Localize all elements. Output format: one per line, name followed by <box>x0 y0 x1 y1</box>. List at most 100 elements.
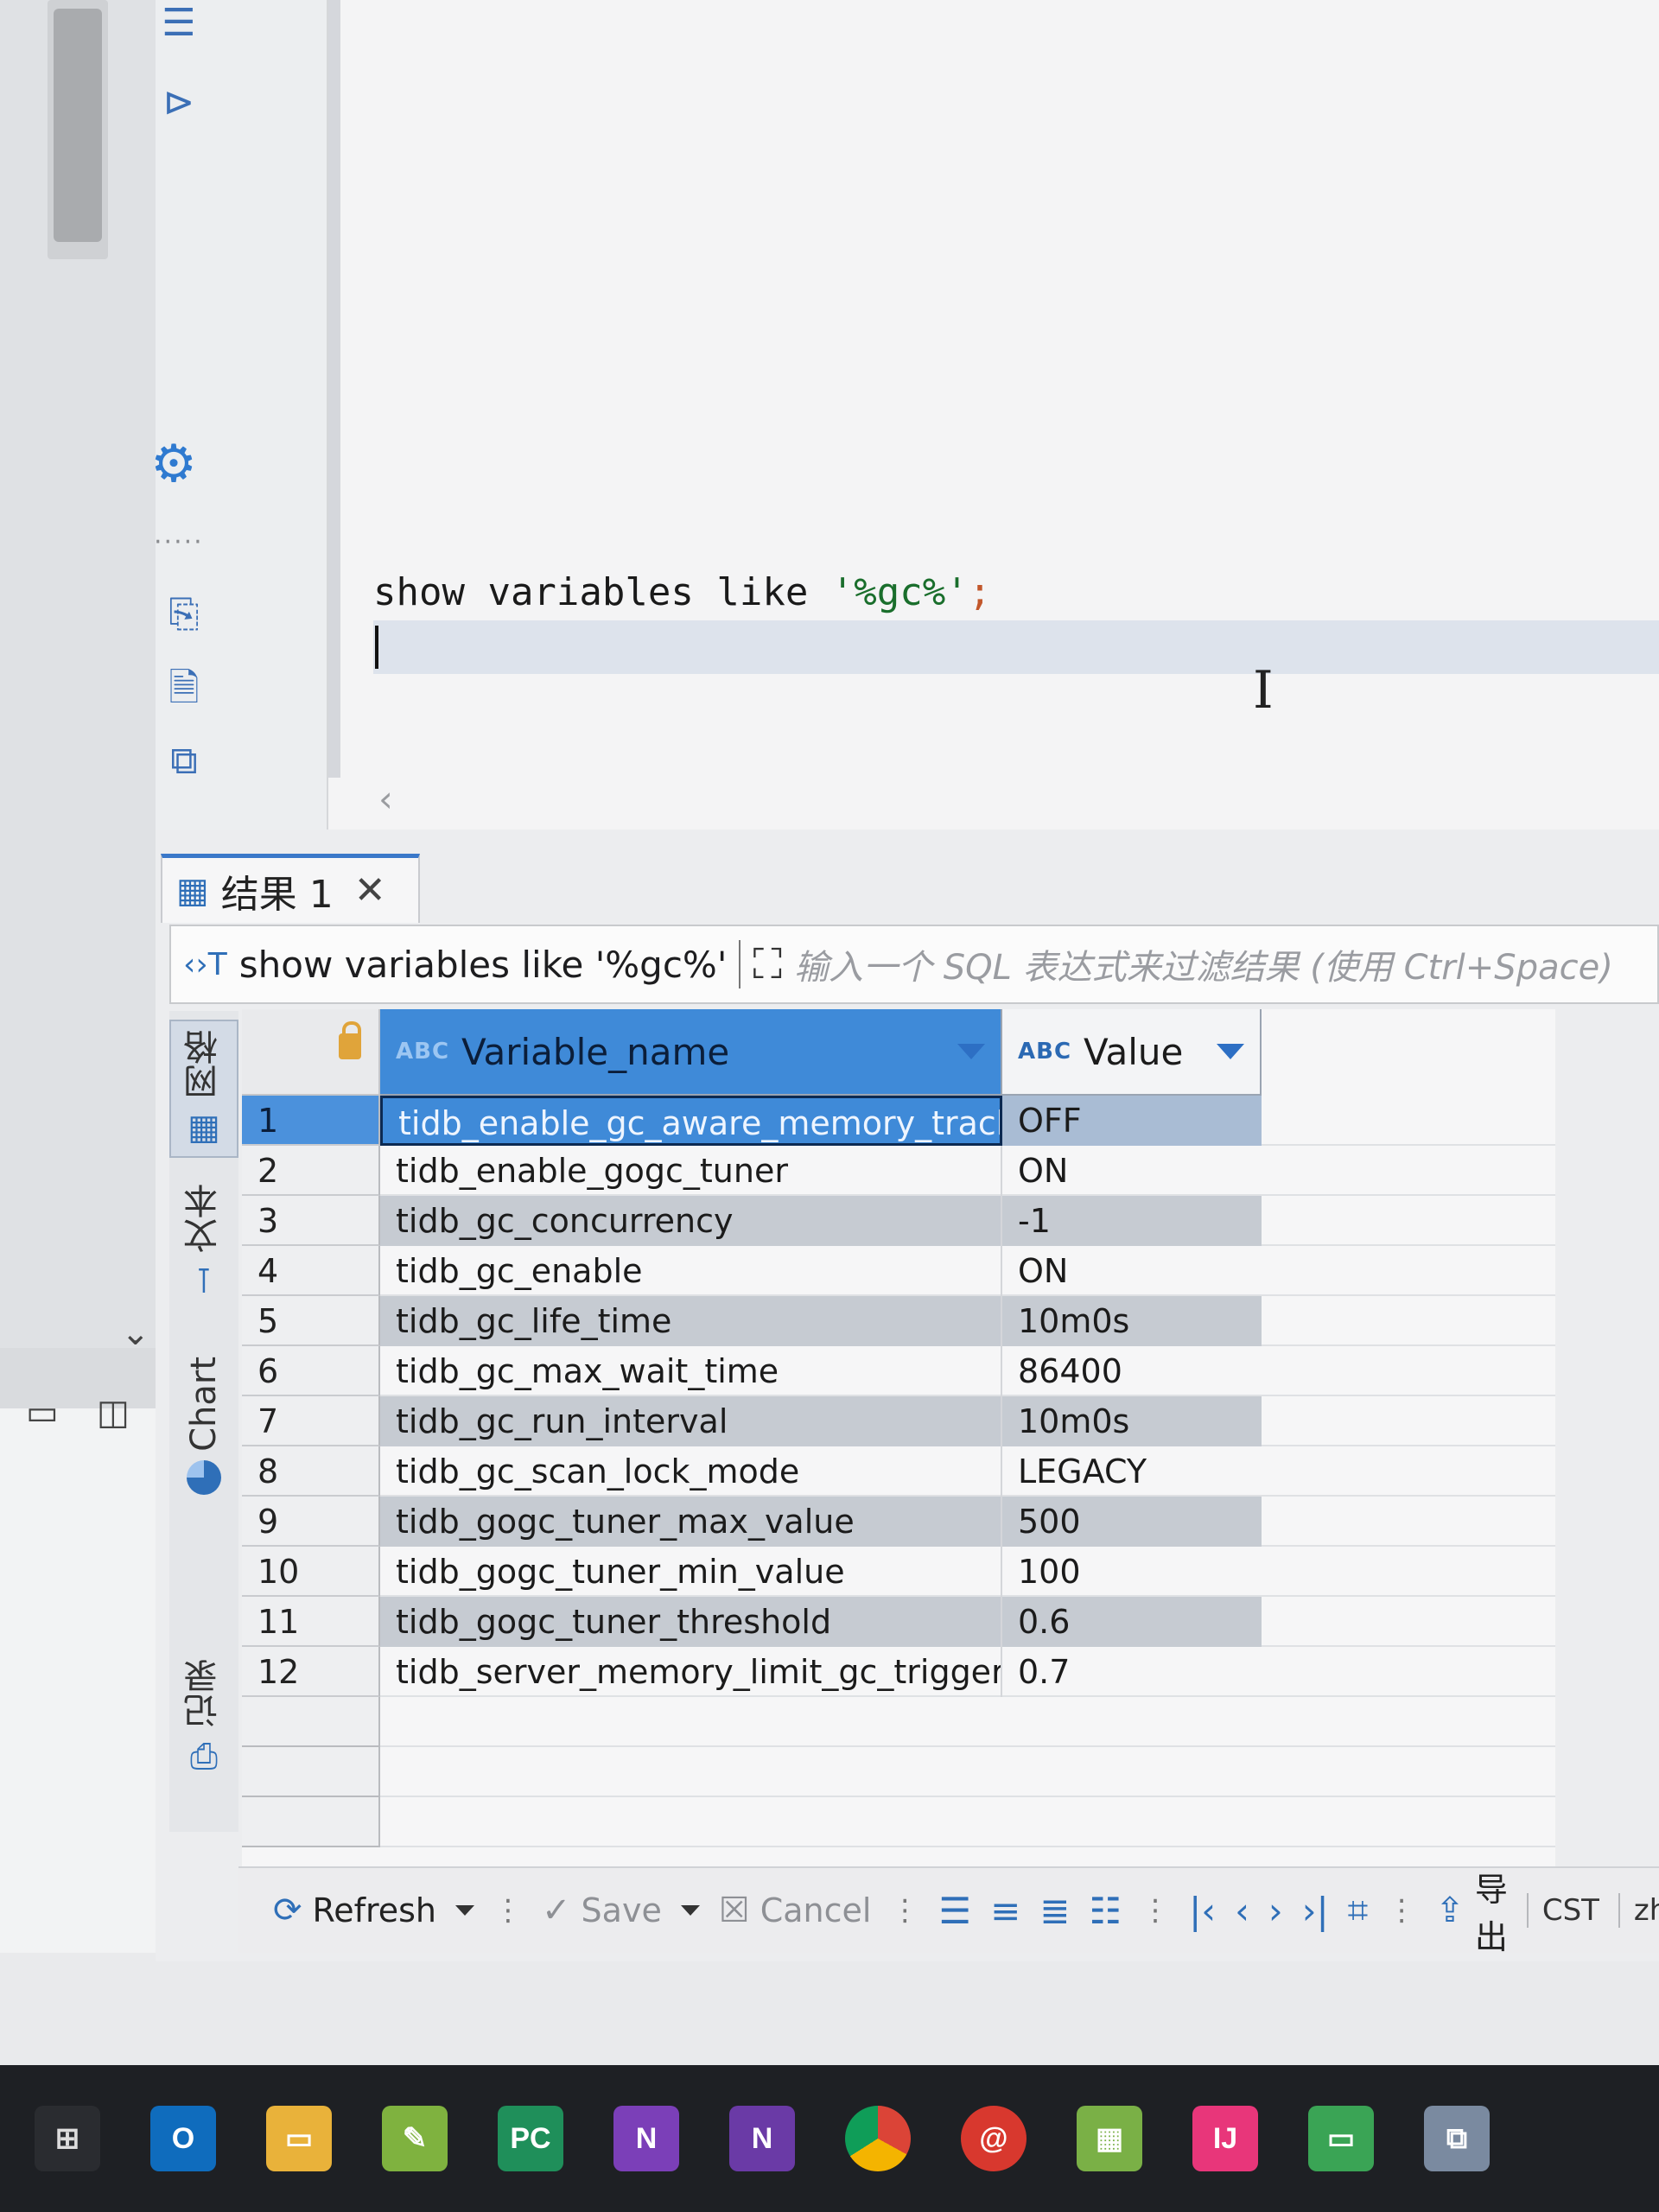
column-header-value[interactable]: ABC Value <box>1002 1009 1262 1096</box>
cell-value[interactable]: 10m0s <box>1002 1396 1262 1446</box>
sql-editor[interactable]: show variables like '%gc%'; I ‹ <box>328 0 1659 830</box>
swirl-app-icon[interactable]: @ <box>961 2106 1027 2171</box>
table-row[interactable]: 5 tidb_gc_life_time 10m0s <box>242 1296 1365 1346</box>
cell-variable-name[interactable]: tidb_gogc_tuner_min_value <box>380 1547 1002 1597</box>
row-number[interactable]: 8 <box>242 1446 380 1497</box>
filter-input[interactable]: 输入一个 SQL 表达式来过滤结果 (使用 Ctrl+Space) <box>794 939 1613 989</box>
file-explorer-icon[interactable]: ▭ <box>266 2106 332 2171</box>
refresh-dropdown-icon[interactable] <box>455 1905 475 1916</box>
side-tab-grid[interactable]: 网格 ▦ <box>169 1020 238 1158</box>
row-number[interactable]: 6 <box>242 1346 380 1396</box>
cell-variable-name[interactable]: tidb_gogc_tuner_max_value <box>380 1497 1002 1547</box>
table-row[interactable]: 12 tidb_server_memory_limit_gc_trigger 0… <box>242 1647 1365 1697</box>
cell-variable-name[interactable]: tidb_server_memory_limit_gc_trigger <box>380 1647 1002 1697</box>
cell-variable-name[interactable]: tidb_gc_life_time <box>380 1296 1002 1346</box>
chrome-icon[interactable] <box>845 2106 911 2171</box>
cell-variable-name[interactable]: tidb_enable_gogc_tuner <box>380 1146 1002 1196</box>
table-row[interactable]: 3 tidb_gc_concurrency -1 <box>242 1196 1365 1246</box>
sort-dropdown-icon[interactable] <box>1217 1044 1244 1059</box>
delete-row-icon[interactable]: ☷ <box>1089 1890 1122 1932</box>
cell-variable-name[interactable]: tidb_gc_scan_lock_mode <box>380 1446 1002 1497</box>
cell-value[interactable]: 0.6 <box>1002 1597 1262 1647</box>
row-number[interactable]: 5 <box>242 1296 380 1346</box>
row-number[interactable]: 7 <box>242 1396 380 1446</box>
cell-value[interactable]: 0.7 <box>1002 1647 1262 1697</box>
script-list-icon[interactable]: ☰ <box>156 0 202 47</box>
last-page-icon[interactable]: ›| <box>1302 1890 1329 1932</box>
cancel-button[interactable]: ☒ Cancel <box>719 1891 872 1930</box>
table-row[interactable]: 8 tidb_gc_scan_lock_mode LEGACY <box>242 1446 1365 1497</box>
onenote-2-icon[interactable]: N <box>729 2106 795 2171</box>
table-row[interactable]: 6 tidb_gc_max_wait_time 86400 <box>242 1346 1365 1396</box>
tab-results-1[interactable]: ▦ 结果 1 ✕ <box>161 854 420 923</box>
column-header-variable-name[interactable]: ABC Variable_name <box>380 1009 1002 1096</box>
cell-variable-name[interactable]: tidb_gc_enable <box>380 1246 1002 1296</box>
export-file-icon[interactable]: ⎘ <box>161 591 207 638</box>
add-row-icon[interactable]: ≡ <box>990 1890 1020 1932</box>
cell-value[interactable]: 86400 <box>1002 1346 1262 1396</box>
row-number[interactable]: 3 <box>242 1196 380 1246</box>
side-tab-chart[interactable]: Chart <box>169 1357 238 1529</box>
network-app-icon[interactable]: ⧉ <box>1424 2106 1490 2171</box>
terminal-icon[interactable]: ⊳ <box>156 79 202 126</box>
save-dropdown-icon[interactable] <box>680 1905 700 1916</box>
sort-dropdown-icon[interactable] <box>957 1044 985 1059</box>
row-number[interactable]: 2 <box>242 1146 380 1196</box>
cell-variable-name[interactable]: tidb_gogc_tuner_threshold <box>380 1597 1002 1647</box>
cell-variable-name[interactable]: tidb_gc_max_wait_time <box>380 1346 1002 1396</box>
row-number[interactable]: 1 <box>242 1096 380 1146</box>
cell-variable-name[interactable]: tidb_gc_concurrency <box>380 1196 1002 1246</box>
first-page-icon[interactable]: |‹ <box>1189 1890 1216 1932</box>
file-error-icon[interactable]: 🗎 <box>161 665 207 712</box>
row-number[interactable]: 12 <box>242 1647 380 1697</box>
table-row[interactable]: 9 tidb_gogc_tuner_max_value 500 <box>242 1497 1365 1547</box>
onenote-icon[interactable]: N <box>613 2106 679 2171</box>
next-page-icon[interactable]: › <box>1268 1890 1283 1932</box>
table-row[interactable]: 4 tidb_gc_enable ON <box>242 1246 1365 1296</box>
cell-variable-name[interactable]: tidb_gc_run_interval <box>380 1396 1002 1446</box>
screen-app-icon[interactable]: ▭ <box>1308 2106 1374 2171</box>
side-tab-record[interactable]: 记录 ⎙ <box>169 1659 238 1797</box>
edit-row-icon[interactable]: ☰ <box>938 1890 971 1932</box>
row-number[interactable]: 4 <box>242 1246 380 1296</box>
row-number[interactable]: 11 <box>242 1597 380 1647</box>
row-number[interactable]: 9 <box>242 1497 380 1547</box>
prev-page-icon[interactable]: ‹ <box>1235 1890 1249 1932</box>
refresh-button[interactable]: ⟳ Refresh <box>273 1891 436 1930</box>
cell-value[interactable]: OFF <box>1002 1096 1262 1146</box>
maximize-icon[interactable]: ◫ <box>97 1393 130 1433</box>
task-view-icon[interactable]: ⊞ <box>35 2106 100 2171</box>
scroll-left-arrow-icon[interactable]: ‹ <box>378 778 393 820</box>
table-row[interactable]: 7 tidb_gc_run_interval 10m0s <box>242 1396 1365 1446</box>
table-row[interactable]: 2 tidb_enable_gogc_tuner ON <box>242 1146 1365 1196</box>
copy-row-icon[interactable]: ≣ <box>1039 1890 1070 1932</box>
intellij-icon[interactable]: IJ <box>1192 2106 1258 2171</box>
cell-value[interactable]: 500 <box>1002 1497 1262 1547</box>
save-button[interactable]: ✓ Save <box>542 1891 662 1930</box>
cell-value[interactable]: LEGACY <box>1002 1446 1262 1497</box>
expand-icon[interactable]: ⛶ <box>753 940 782 989</box>
export-button[interactable]: ⇪ 导出 <box>1435 1863 1508 1958</box>
table-row[interactable]: 1 tidb_enable_gc_aware_memory_track OFF <box>242 1096 1365 1146</box>
gear-icon[interactable]: ⚙ <box>150 438 197 490</box>
pycharm-icon[interactable]: PC <box>498 2106 563 2171</box>
table-row[interactable]: 10 tidb_gogc_tuner_min_value 100 <box>242 1547 1365 1597</box>
side-tab-text[interactable]: 文本 ⊺ <box>169 1184 238 1331</box>
cell-value[interactable]: 10m0s <box>1002 1296 1262 1346</box>
vertical-scrollbar-thumb[interactable] <box>54 9 102 242</box>
cell-variable-name[interactable]: tidb_enable_gc_aware_memory_track <box>380 1096 1002 1146</box>
minimize-icon[interactable]: ▭ <box>26 1393 59 1433</box>
row-number[interactable]: 10 <box>242 1547 380 1597</box>
calendar-app-icon[interactable]: ▦ <box>1077 2106 1142 2171</box>
close-icon[interactable]: ✕ <box>354 868 386 912</box>
cell-value[interactable]: ON <box>1002 1146 1262 1196</box>
cell-value[interactable]: -1 <box>1002 1196 1262 1246</box>
variables-file-icon[interactable]: ⧉ <box>161 738 207 785</box>
cell-value[interactable]: 100 <box>1002 1547 1262 1597</box>
cell-value[interactable]: ON <box>1002 1246 1262 1296</box>
fetch-all-icon[interactable]: ⌗ <box>1348 1889 1369 1932</box>
notepad-icon[interactable]: ✎ <box>382 2106 448 2171</box>
outlook-icon[interactable]: O <box>150 2106 216 2171</box>
sql-statement[interactable]: show variables like '%gc%'; <box>373 570 991 614</box>
table-row[interactable]: 11 tidb_gogc_tuner_threshold 0.6 <box>242 1597 1365 1647</box>
